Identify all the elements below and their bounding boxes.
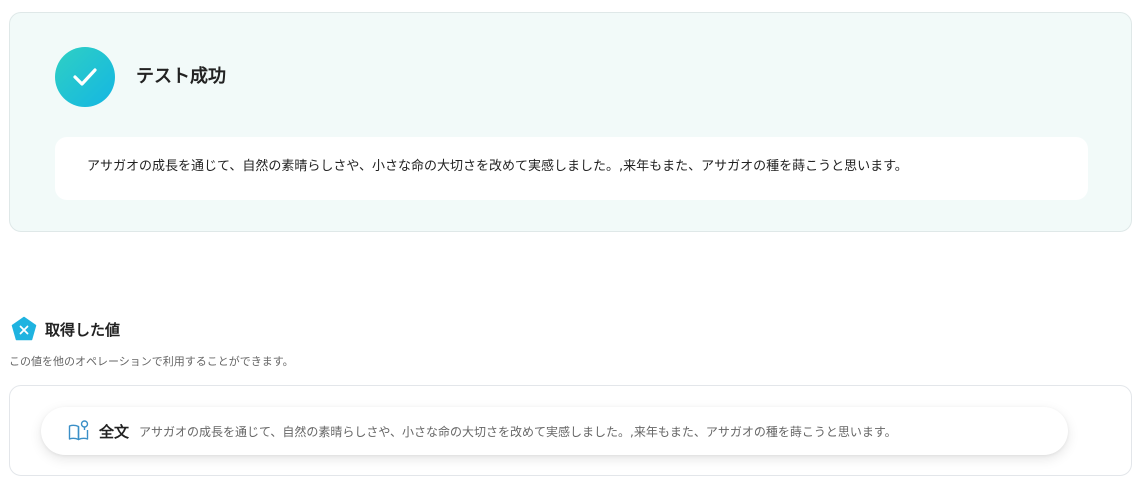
book-icon xyxy=(68,420,89,441)
value-chip-fulltext[interactable]: 全文 アサガオの成長を通じて、自然の素晴らしさや、小さな命の大切さを改めて実感し… xyxy=(41,407,1068,455)
success-check-icon xyxy=(55,47,115,107)
pentagon-x-icon xyxy=(11,316,37,341)
value-chip-label: 全文 xyxy=(99,422,130,441)
test-success-title: テスト成功 xyxy=(136,66,226,87)
test-output-text: アサガオの成長を通じて、自然の素晴らしさや、小さな命の大切さを改めて実感しました… xyxy=(87,159,908,174)
test-success-panel: テスト成功 アサガオの成長を通じて、自然の素晴らしさや、小さな命の大切さを改めて… xyxy=(9,12,1132,232)
obtained-values-list: 全文 アサガオの成長を通じて、自然の素晴らしさや、小さな命の大切さを改めて実感し… xyxy=(9,385,1132,476)
check-icon xyxy=(73,68,97,86)
test-output-box: アサガオの成長を通じて、自然の素晴らしさや、小さな命の大切さを改めて実感しました… xyxy=(55,137,1088,200)
obtained-values-description: この値を他のオペレーションで利用することができます。 xyxy=(9,355,294,368)
value-chip-value: アサガオの成長を通じて、自然の素晴らしさや、小さな命の大切さを改めて実感しました… xyxy=(139,424,897,439)
obtained-values-title: 取得した値 xyxy=(45,320,121,339)
obtained-values-header: 取得した値 xyxy=(11,316,120,342)
